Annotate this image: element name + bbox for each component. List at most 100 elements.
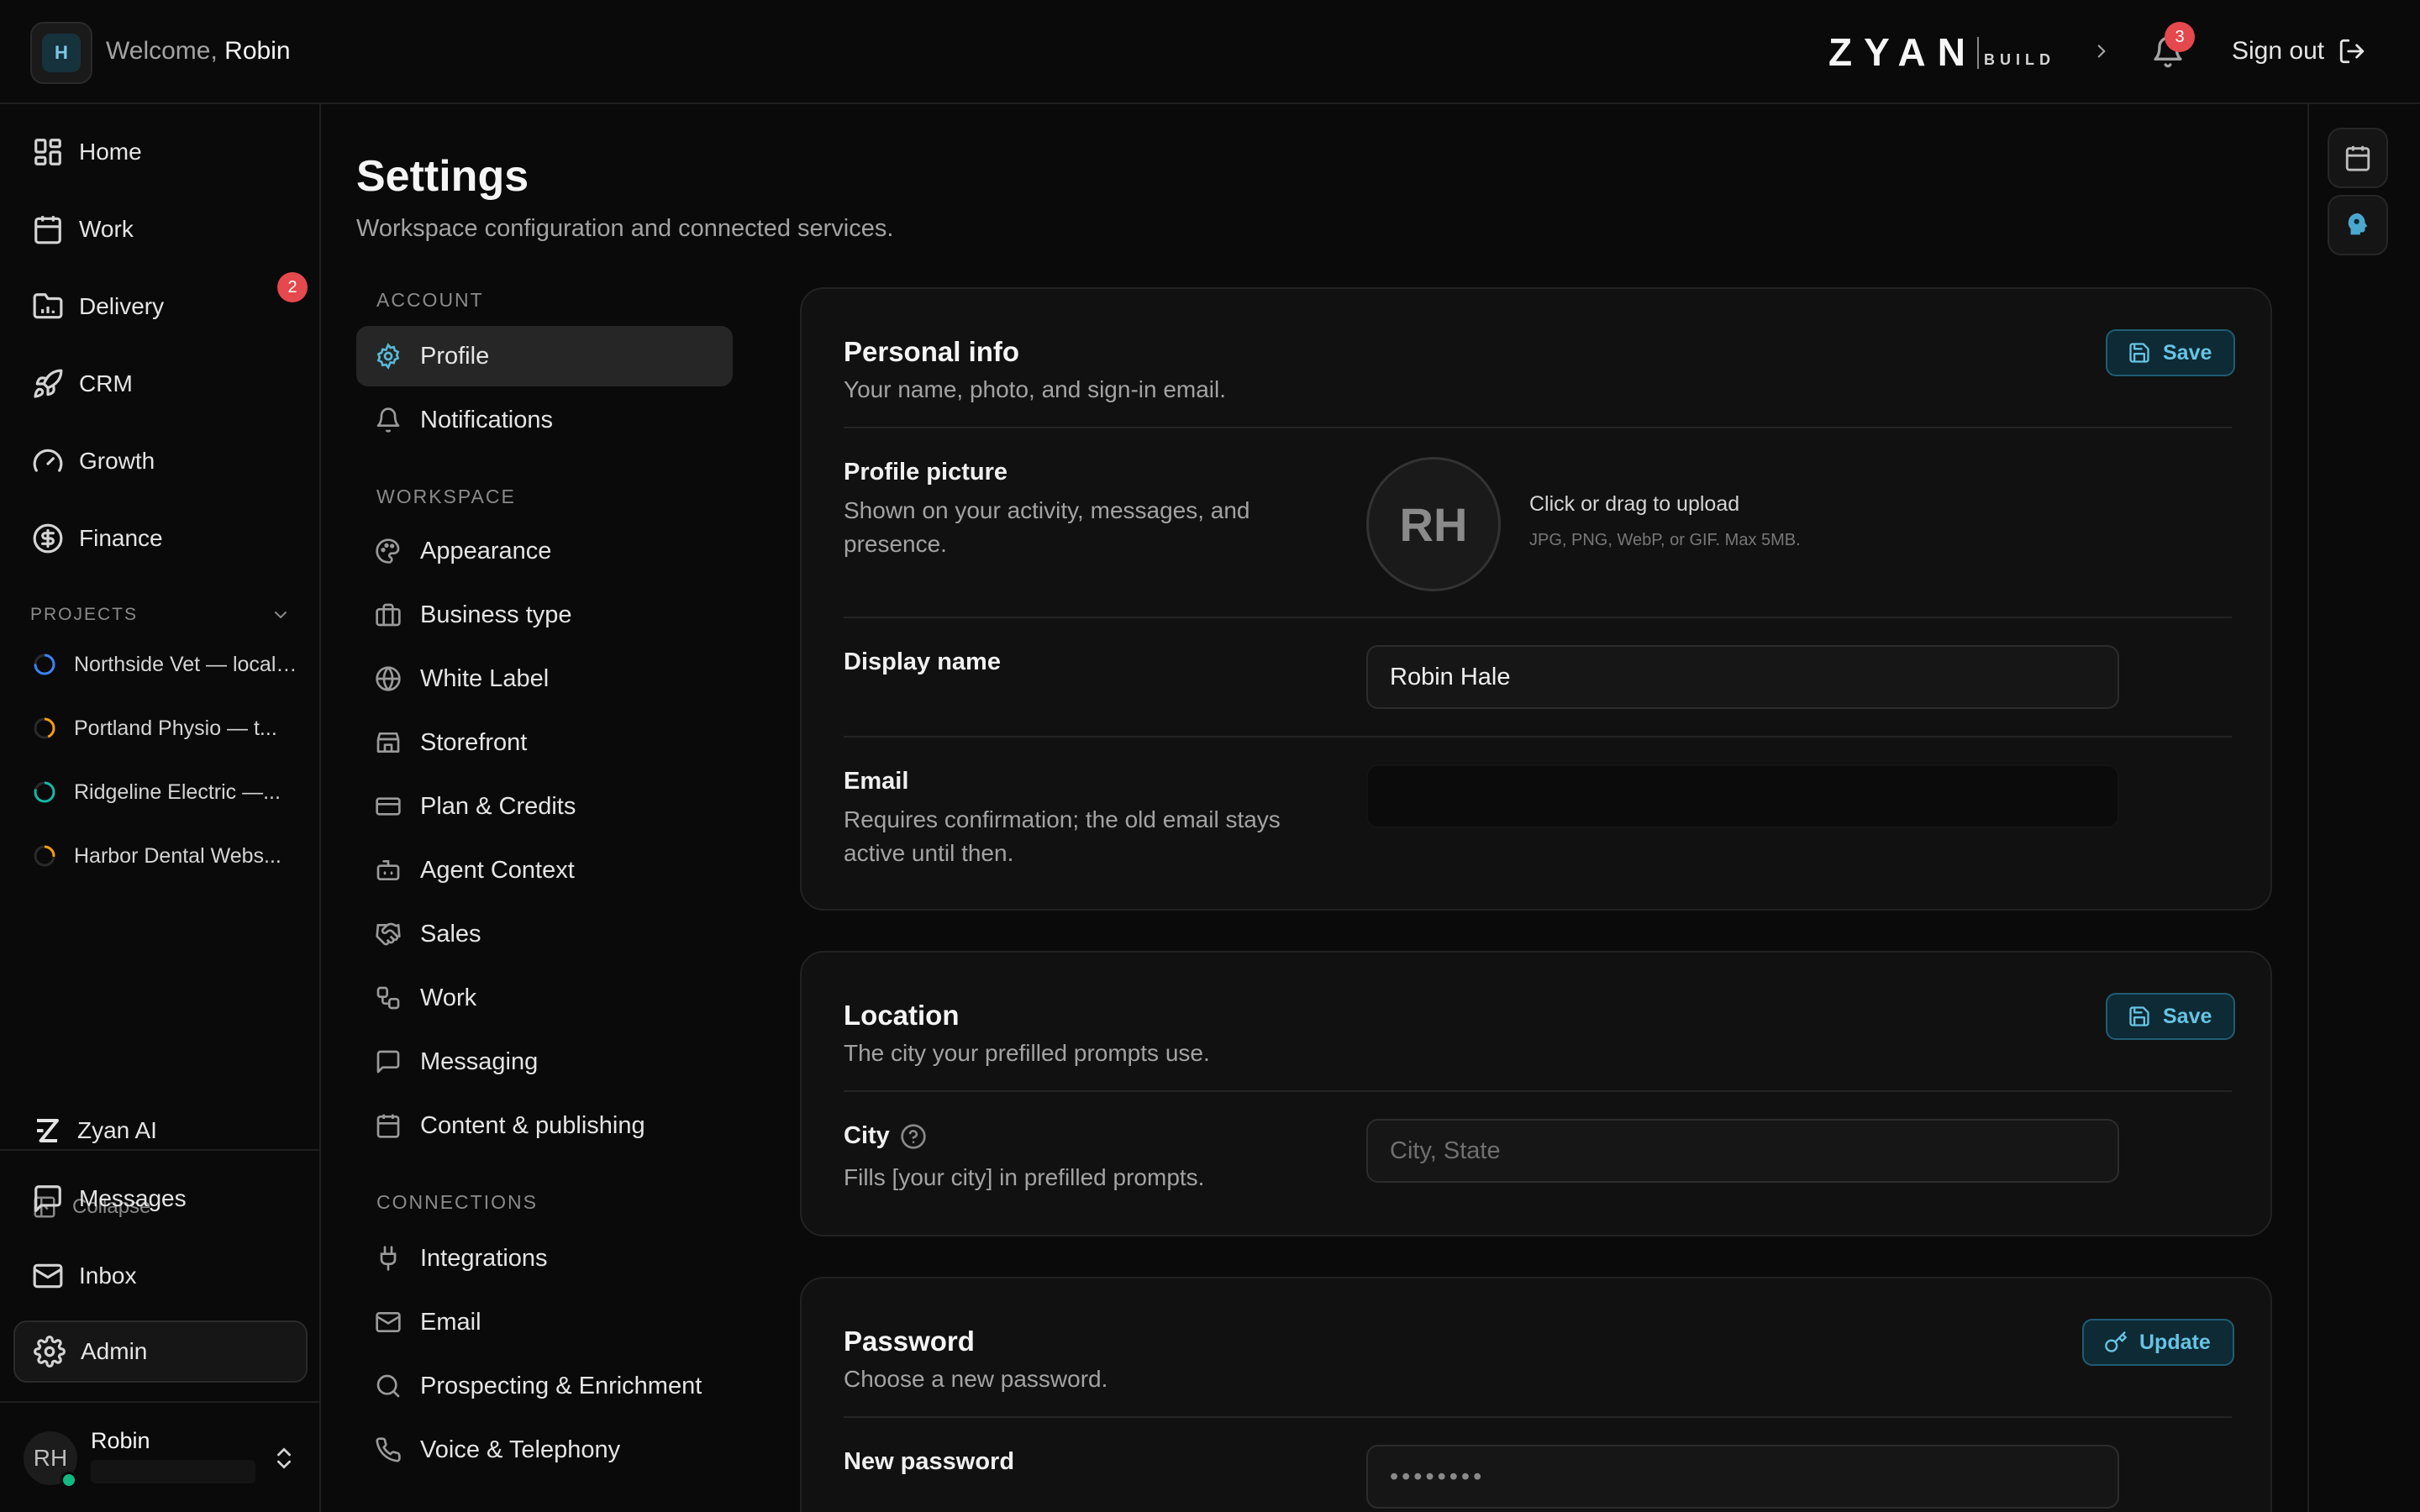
phone-icon [375, 1436, 402, 1463]
password-update-button[interactable]: Update [2082, 1319, 2234, 1366]
settings-section-connections: CONNECTIONS [376, 1191, 538, 1213]
sidebar-divider [0, 1149, 321, 1151]
settings-item-label: Sales [420, 920, 481, 948]
user-menu[interactable]: RH Robin [24, 1425, 309, 1509]
profile-picture-upload[interactable]: RH [1366, 457, 1501, 591]
settings-item-business-type[interactable]: Business type [356, 585, 733, 645]
zyan-ai-label: Zyan AI [77, 1117, 157, 1143]
project-progress-ring-icon [34, 845, 55, 867]
settings-item-label: Business type [420, 601, 572, 628]
nav-item-inbox[interactable]: Inbox [13, 1245, 308, 1307]
settings-item-messaging[interactable]: Messaging [356, 1032, 733, 1092]
nav-item-work[interactable]: Work [13, 198, 308, 260]
workspace-switcher[interactable]: H [30, 22, 92, 84]
project-item[interactable]: Harbor Dental Webs... [32, 839, 301, 873]
city-input[interactable] [1366, 1119, 2119, 1183]
nav-label: Delivery [79, 293, 165, 319]
nav-item-home[interactable]: Home [13, 121, 308, 183]
password-subtitle: Choose a new password. [844, 1366, 1108, 1392]
project-name: Ridgeline Electric —... [74, 780, 281, 804]
save-label: Save [2163, 1004, 2212, 1028]
nav-label: Messages [79, 1185, 187, 1211]
dollar-circle-icon [32, 522, 64, 554]
settings-item-white-label[interactable]: White Label [356, 648, 733, 709]
brand-name: ZYAN [1828, 30, 1977, 74]
calendar-icon [32, 213, 64, 245]
project-item[interactable]: Ridgeline Electric —... [32, 775, 301, 809]
rocket-icon [32, 368, 64, 400]
location-save-button[interactable]: Save [2106, 993, 2236, 1040]
mail-icon [375, 1309, 402, 1336]
chevron-right-icon[interactable] [2091, 40, 2112, 62]
settings-item-work[interactable]: Work [356, 968, 733, 1028]
settings-item-sales[interactable]: Sales [356, 904, 733, 964]
card-divider [844, 736, 2232, 738]
upload-instructions[interactable]: Click or drag to upload [1529, 492, 1739, 517]
personal-info-title: Personal info [844, 336, 1020, 367]
settings-item-label: Agent Context [420, 856, 575, 884]
delivery-count-badge: 2 [277, 272, 308, 302]
update-label: Update [2139, 1330, 2211, 1354]
settings-item-integrations[interactable]: Integrations [356, 1228, 733, 1289]
gauge-icon [32, 445, 64, 477]
settings-item-label: Plan & Credits [420, 792, 576, 820]
project-item[interactable]: Northside Vet — local SEO [32, 648, 301, 681]
personal-info-subtitle: Your name, photo, and sign-in email. [844, 376, 1227, 402]
settings-item-label: Email [420, 1308, 481, 1336]
calendar-icon [2344, 144, 2372, 172]
settings-item-label: Storefront [420, 728, 528, 756]
settings-item-prospecting-enrichment[interactable]: Prospecting & Enrichment [356, 1356, 733, 1416]
ai-head-icon [2344, 211, 2372, 239]
personal-info-card: Personal info Your name, photo, and sign… [800, 287, 2272, 911]
profile-picture-help: Shown on your activity, messages, and pr… [844, 497, 1250, 557]
nav-item-crm[interactable]: CRM [13, 353, 308, 415]
nav-item-admin[interactable]: Admin [13, 1320, 308, 1383]
sign-out-button[interactable]: Sign out [2232, 37, 2324, 66]
logout-icon[interactable] [2338, 37, 2366, 66]
brand-logo[interactable]: ZYAN BUILD [1828, 30, 2055, 74]
handshake-icon [375, 921, 402, 948]
rail-ai-assistant-button[interactable] [2328, 195, 2388, 255]
settings-item-plan-credits[interactable]: Plan & Credits [356, 776, 733, 837]
settings-item-profile[interactable]: Profile [356, 326, 733, 386]
settings-item-label: Content & publishing [420, 1111, 645, 1139]
zyan-ai-button[interactable]: Zyan AI [32, 1116, 157, 1146]
new-password-input[interactable] [1366, 1445, 2119, 1509]
rail-calendar-button[interactable] [2328, 128, 2388, 188]
project-name: Portland Physio — t... [74, 716, 277, 740]
gear-icon [34, 1336, 66, 1368]
display-name-input[interactable] [1366, 645, 2119, 709]
settings-item-label: Notifications [420, 406, 553, 433]
nav-item-finance[interactable]: Finance [13, 507, 308, 570]
nav-item-messages[interactable]: Messages [13, 1168, 308, 1230]
card-divider [844, 1416, 2232, 1418]
settings-item-voice-telephony[interactable]: Voice & Telephony [356, 1420, 733, 1480]
chevron-down-icon[interactable] [271, 605, 291, 625]
card-divider [844, 617, 2232, 618]
projects-heading[interactable]: PROJECTS [30, 605, 291, 625]
personal-info-save-button[interactable]: Save [2106, 329, 2236, 376]
chevrons-up-down-icon[interactable] [271, 1441, 297, 1475]
project-name: Northside Vet — local SEO [74, 652, 301, 676]
search-icon [375, 1373, 402, 1399]
display-name-label: Display name [844, 648, 1001, 675]
save-label: Save [2163, 340, 2212, 365]
settings-item-notifications[interactable]: Notifications [356, 390, 733, 450]
store-icon [375, 729, 402, 756]
settings-section-account: ACCOUNT [376, 289, 484, 311]
plug-icon [375, 1245, 402, 1272]
help-circle-icon[interactable] [900, 1123, 927, 1150]
password-title: Password [844, 1326, 975, 1357]
settings-section-workspace: WORKSPACE [376, 486, 516, 507]
settings-item-storefront[interactable]: Storefront [356, 712, 733, 773]
chat-icon [375, 1048, 402, 1075]
settings-item-agent-context[interactable]: Agent Context [356, 840, 733, 900]
settings-item-content-publishing[interactable]: Content & publishing [356, 1095, 733, 1156]
project-item[interactable]: Portland Physio — t... [32, 711, 301, 745]
nav-item-delivery[interactable]: Delivery [13, 276, 308, 338]
credit-card-icon [375, 793, 402, 820]
settings-item-label: Messaging [420, 1047, 539, 1075]
settings-item-email[interactable]: Email [356, 1292, 733, 1352]
nav-item-growth[interactable]: Growth [13, 430, 308, 492]
settings-item-appearance[interactable]: Appearance [356, 521, 733, 581]
